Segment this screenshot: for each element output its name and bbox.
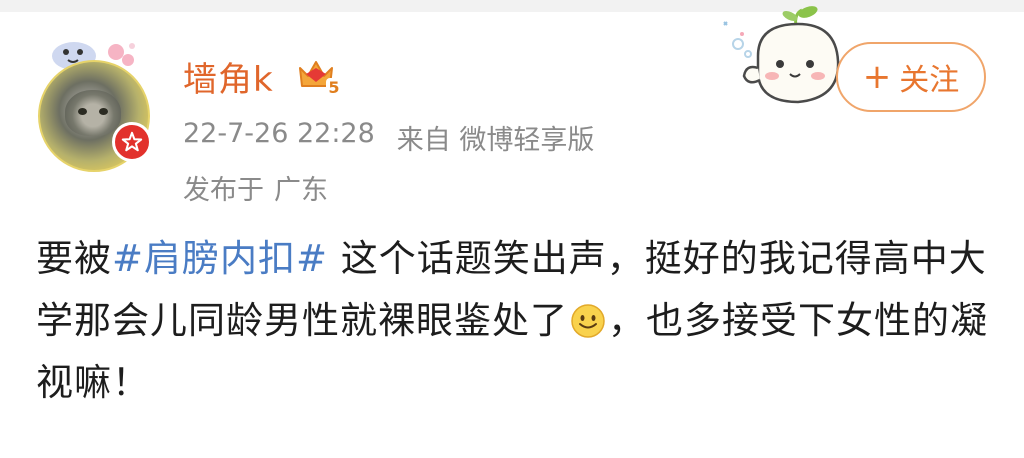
follow-button[interactable]: + 关注 bbox=[836, 42, 986, 112]
hashtag-link[interactable]: #肩膀内扣# bbox=[112, 237, 328, 280]
avatar-cat-image bbox=[65, 90, 121, 136]
verified-badge-icon bbox=[112, 122, 152, 162]
post-source[interactable]: 来自 微博轻享版 bbox=[397, 118, 595, 157]
plus-icon: + bbox=[862, 57, 892, 97]
smile-emoji-icon bbox=[571, 304, 605, 338]
avatar-cat-eye bbox=[99, 108, 108, 115]
post-text-part-1: 要被 bbox=[36, 237, 112, 280]
top-edge-bar bbox=[0, 0, 1024, 12]
author-name[interactable]: 墙角k bbox=[183, 52, 274, 101]
author-avatar-container[interactable] bbox=[34, 34, 162, 172]
post-location: 发布于 广东 bbox=[183, 168, 328, 207]
location-prefix: 发布于 bbox=[183, 175, 264, 206]
post-meta: 22-7-26 22:28 来自 微博轻享版 bbox=[183, 118, 594, 157]
vip-crown-icon[interactable]: 5 bbox=[296, 54, 344, 98]
post-timestamp: 22-7-26 22:28 bbox=[183, 118, 375, 149]
follow-button-label: 关注 bbox=[899, 63, 960, 98]
vip-level: 5 bbox=[328, 78, 339, 97]
location-place: 广东 bbox=[274, 175, 328, 206]
source-name[interactable]: 微博轻享版 bbox=[459, 125, 594, 156]
source-prefix: 来自 bbox=[396, 125, 451, 156]
avatar-cat-eye bbox=[78, 108, 87, 115]
post-body: 要被#肩膀内扣# 这个话题笑出声，挺好的我记得高中大学那会儿同龄男性就裸眼鉴处了… bbox=[36, 228, 996, 414]
